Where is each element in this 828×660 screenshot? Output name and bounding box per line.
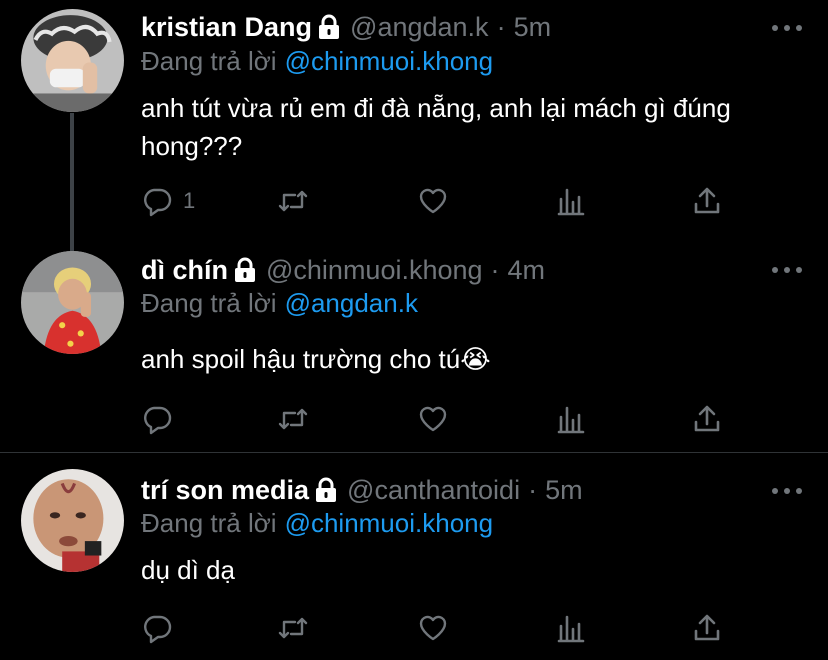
avatar[interactable] <box>21 9 124 112</box>
replying-to: Đang trả lời @angdan.k <box>141 287 418 319</box>
share-button[interactable] <box>691 610 723 646</box>
more-icon[interactable] <box>772 486 802 496</box>
replying-to: Đang trả lời @chinmuoi.khong <box>141 507 493 539</box>
reply-button[interactable] <box>141 401 183 437</box>
separator-dot: · <box>528 475 538 505</box>
analytics-icon <box>557 188 585 216</box>
lock-icon <box>235 257 255 282</box>
tweet-actions <box>141 610 741 646</box>
display-name[interactable]: trí son media <box>141 473 309 507</box>
display-name[interactable]: dì chín <box>141 253 228 287</box>
mention-link[interactable]: @chinmuoi.khong <box>285 508 494 538</box>
avatar[interactable] <box>21 251 124 354</box>
retweet-button[interactable] <box>277 183 309 219</box>
tweet-header: trí son media @canthantoidi · 5m <box>141 473 583 507</box>
share-icon <box>694 187 720 214</box>
like-button[interactable] <box>417 183 449 219</box>
lock-icon <box>319 14 340 39</box>
tweet[interactable]: dì chín @chinmuoi.khong · 4m Đang trả lờ… <box>0 240 828 452</box>
heart-icon <box>419 406 447 432</box>
retweet-icon <box>278 190 308 212</box>
share-button[interactable] <box>691 183 723 219</box>
retweet-button[interactable] <box>277 610 309 646</box>
analytics-button[interactable] <box>555 401 587 437</box>
reply-count: 1 <box>183 188 196 213</box>
timestamp[interactable]: 5m <box>514 10 552 44</box>
analytics-icon <box>557 406 585 434</box>
lock-icon <box>316 477 337 502</box>
mention-link[interactable]: @chinmuoi.khong <box>285 46 494 76</box>
retweet-icon <box>278 617 308 639</box>
retweet-icon <box>278 408 308 430</box>
reply-icon <box>144 188 172 217</box>
mention-link[interactable]: @angdan.k <box>285 288 418 318</box>
share-button[interactable] <box>691 401 723 437</box>
handle[interactable]: @angdan.k <box>350 10 489 44</box>
replying-prefix: Đang trả lời <box>141 288 277 318</box>
timestamp[interactable]: 5m <box>545 473 583 507</box>
like-button[interactable] <box>417 401 449 437</box>
share-icon <box>694 405 720 432</box>
heart-icon <box>419 615 447 641</box>
avatar[interactable] <box>21 469 124 572</box>
tweet-header: dì chín @chinmuoi.khong · 4m <box>141 253 545 287</box>
replying-prefix: Đang trả lời <box>141 508 277 538</box>
replying-prefix: Đang trả lời <box>141 46 277 76</box>
tweet-actions <box>141 401 741 437</box>
share-icon <box>694 614 720 641</box>
tweet-text: anh tút vừa rủ em đi đà nẵng, anh lại má… <box>141 93 731 161</box>
tweet-text: anh spoil hậu trường cho tú😭 <box>141 344 491 374</box>
analytics-button[interactable] <box>555 183 587 219</box>
reply-icon <box>144 406 172 435</box>
tweet[interactable]: kristian Dang @angdan.k · 5m Đang trả lờ… <box>0 0 828 240</box>
reply-icon <box>144 615 172 644</box>
handle[interactable]: @canthantoidi <box>347 473 520 507</box>
tweet-text: dụ dì dạ <box>141 555 235 585</box>
heart-icon <box>419 188 447 214</box>
analytics-button[interactable] <box>555 610 587 646</box>
analytics-icon <box>557 615 585 643</box>
handle[interactable]: @chinmuoi.khong <box>266 253 483 287</box>
display-name[interactable]: kristian Dang <box>141 10 312 44</box>
tweet-actions: 1 <box>141 183 741 219</box>
separator-dot: · <box>490 255 500 285</box>
reply-button[interactable] <box>141 610 183 646</box>
tweet-header: kristian Dang @angdan.k · 5m <box>141 10 551 44</box>
replying-to: Đang trả lời @chinmuoi.khong <box>141 45 493 77</box>
retweet-button[interactable] <box>277 401 309 437</box>
tweet[interactable]: trí son media @canthantoidi · 5m Đang tr… <box>0 453 828 660</box>
reply-button[interactable]: 1 <box>141 183 195 219</box>
like-button[interactable] <box>417 610 449 646</box>
more-icon[interactable] <box>772 265 802 275</box>
separator-dot: · <box>496 12 506 42</box>
timestamp[interactable]: 4m <box>508 253 546 287</box>
more-icon[interactable] <box>772 23 802 33</box>
